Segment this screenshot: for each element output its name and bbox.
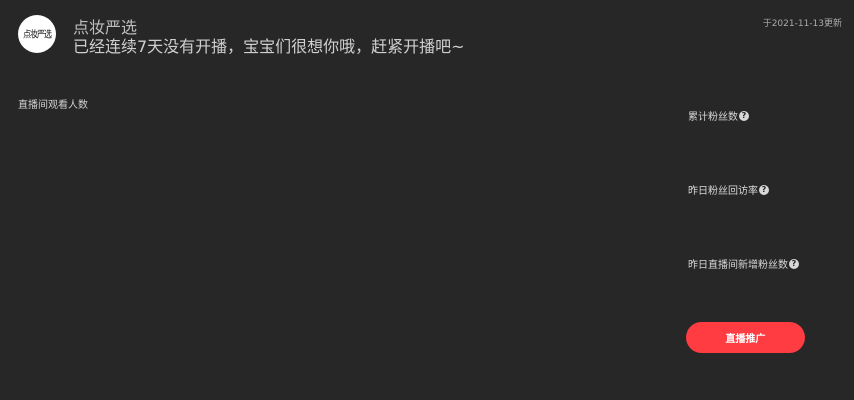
live-promotion-button[interactable]: 直播推广	[686, 322, 805, 353]
help-icon[interactable]: ?	[739, 110, 749, 121]
viewers-chart-title: 直播间观看人数	[18, 100, 88, 111]
metric-label: 累计粉丝数	[688, 112, 738, 123]
metric-fan-return-rate: 昨日粉丝回访率 ?	[688, 182, 769, 197]
update-timestamp: 于2021-11-13更新	[762, 19, 842, 29]
metric-total-fans: 累计粉丝数 ?	[688, 108, 749, 123]
viewers-chart-area	[18, 118, 658, 378]
live-reminder-message: 已经连续7天没有开播，宝宝们很想你哦，赶紧开播吧~	[73, 37, 465, 56]
help-icon[interactable]: ?	[789, 258, 799, 269]
metric-label: 昨日直播间新增粉丝数	[688, 260, 788, 271]
shop-header: 点妆严选 点妆严选 已经连续7天没有开播，宝宝们很想你哦，赶紧开播吧~ 于202…	[0, 0, 854, 80]
metric-label: 昨日粉丝回访率	[688, 186, 758, 197]
shop-name: 点妆严选	[73, 18, 138, 37]
shop-avatar[interactable]: 点妆严选	[18, 15, 56, 53]
avatar-logo-text: 点妆严选	[23, 28, 52, 40]
metric-new-fans: 昨日直播间新增粉丝数 ?	[688, 256, 799, 271]
help-icon[interactable]: ?	[759, 184, 769, 195]
